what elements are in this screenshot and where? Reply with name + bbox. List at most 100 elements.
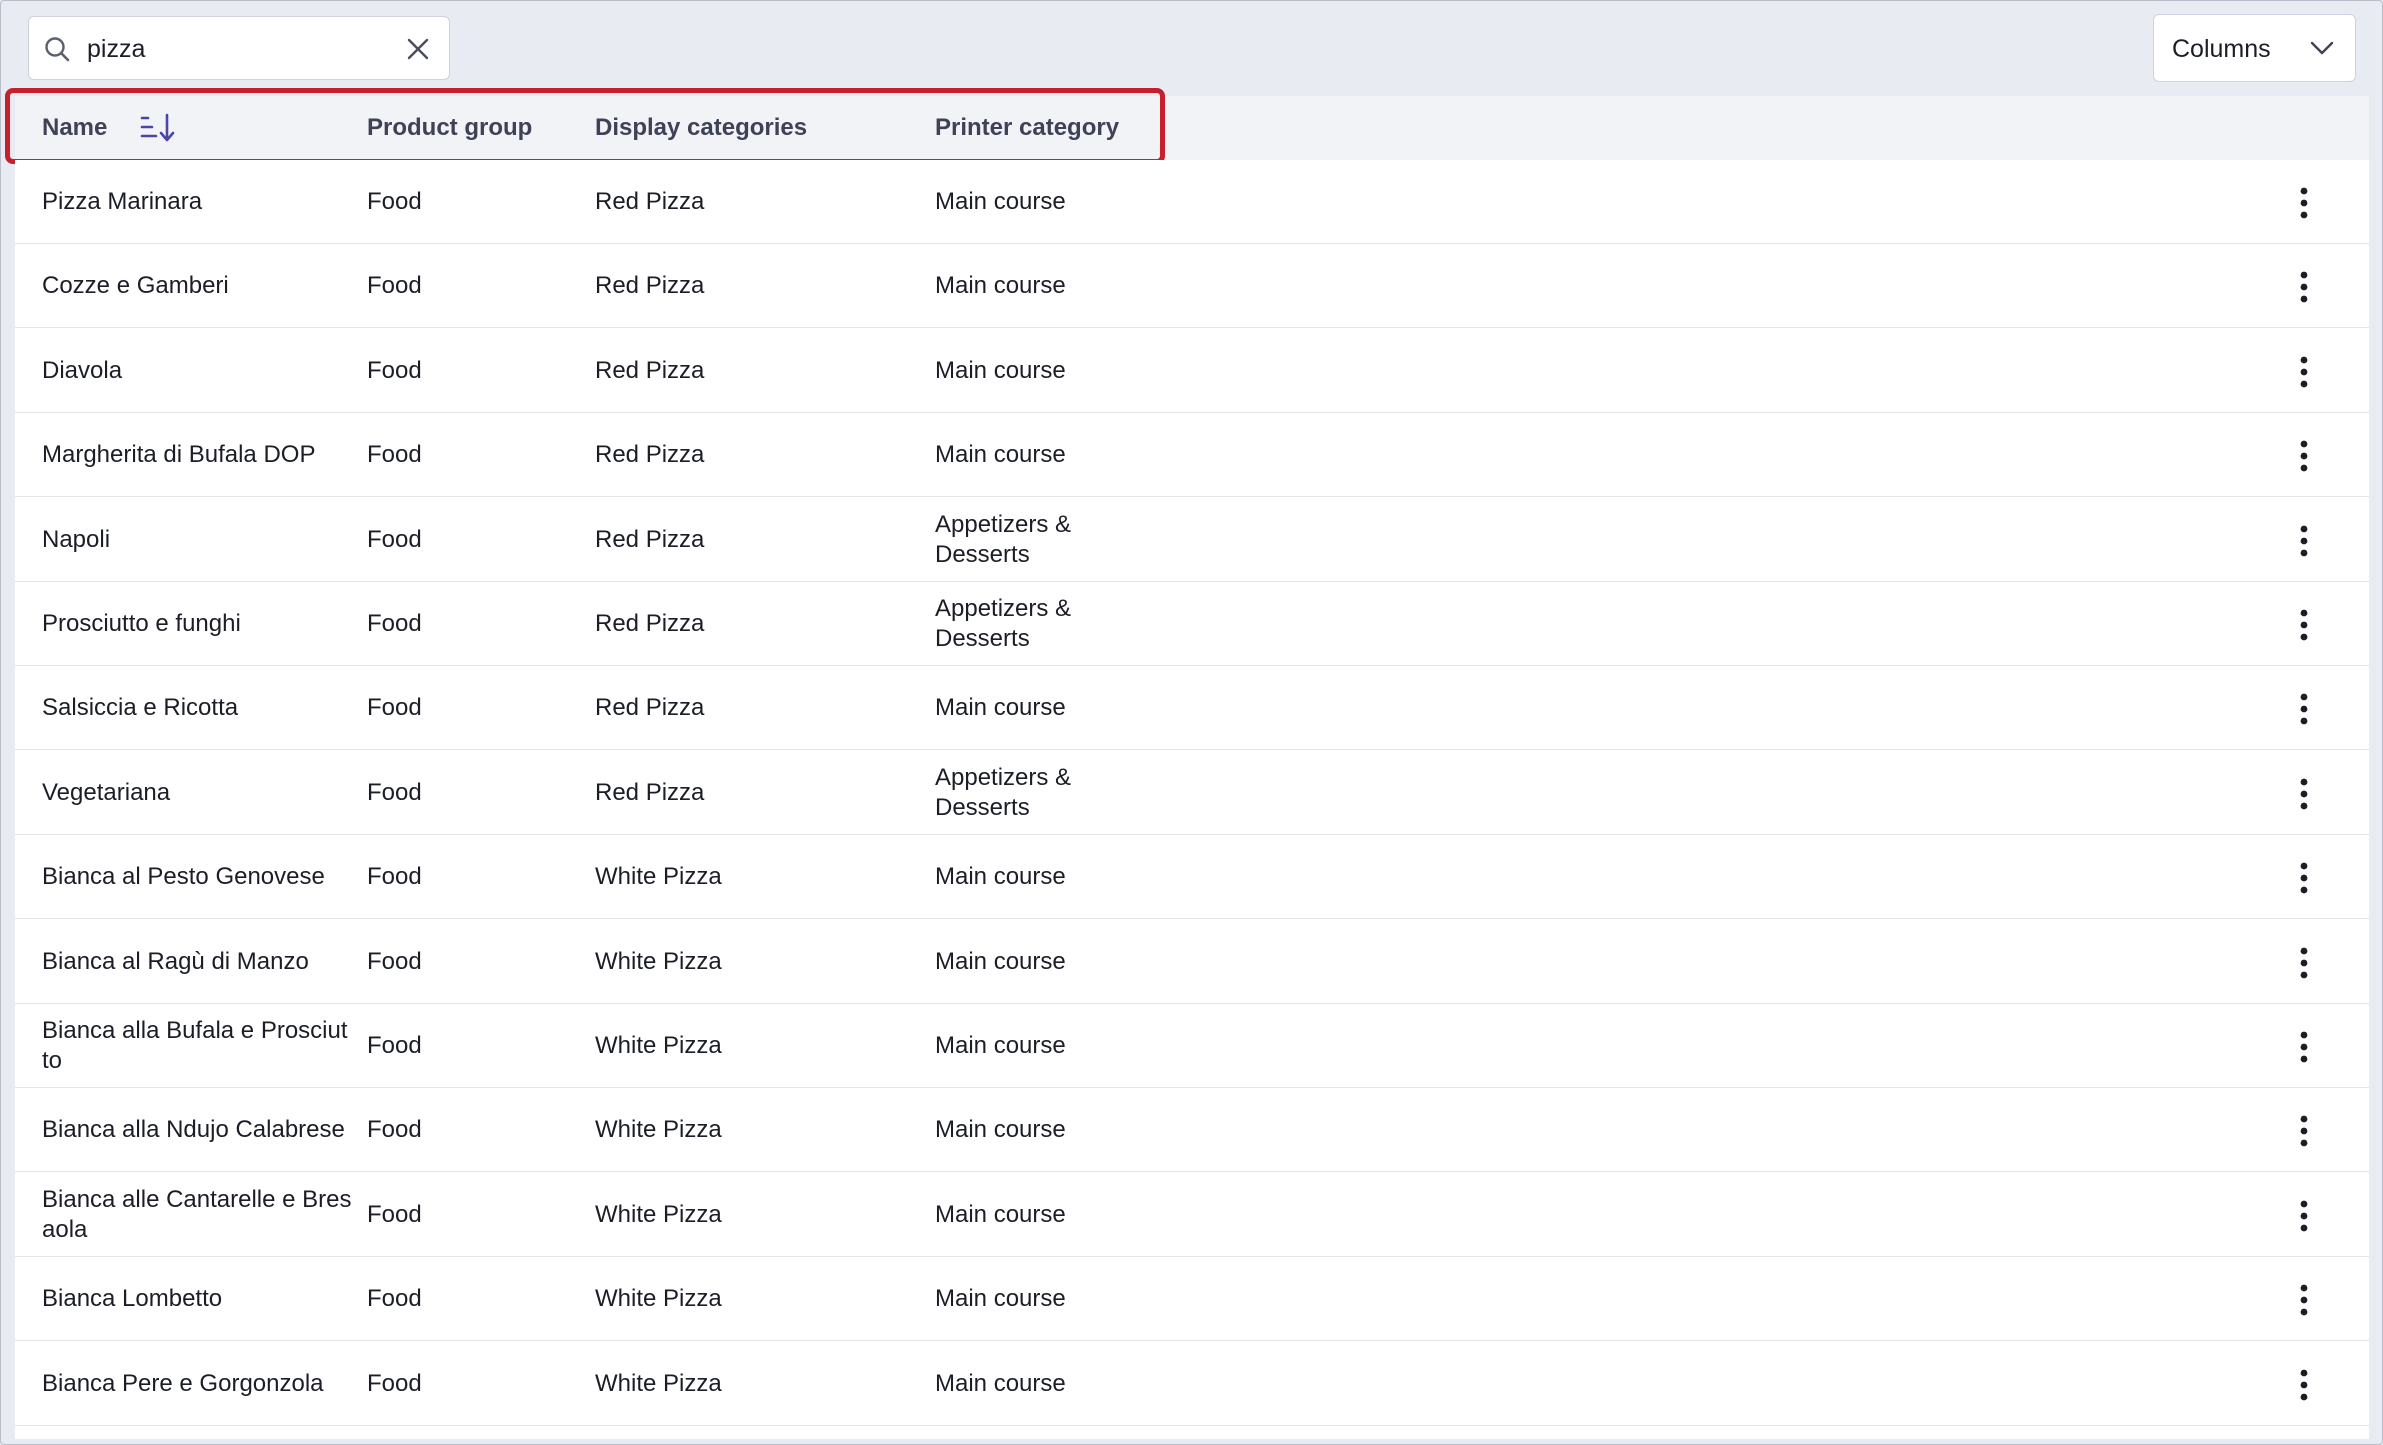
header-product-group[interactable]: Product group: [367, 114, 532, 142]
cell-product-group: Food: [367, 1369, 422, 1397]
cell-printer-category: Appetizers & Desserts: [935, 763, 1072, 821]
cell-printer-category: Appetizers & Desserts: [935, 595, 1072, 652]
search-icon: [45, 37, 70, 62]
cell-display-categories: Red Pizza: [595, 610, 705, 637]
cell-product-group: Food: [367, 863, 422, 891]
search-input[interactable]: [87, 29, 387, 69]
cell-name: Napoli: [42, 525, 111, 553]
more-vertical-icon[interactable]: [2297, 861, 2311, 895]
cell-printer-category: Main course: [935, 441, 1066, 469]
header-display-categories[interactable]: Display categories: [595, 114, 807, 142]
cell-name: Bianca Lombetto: [42, 1285, 223, 1313]
more-vertical-icon[interactable]: [2297, 1283, 2311, 1317]
cell-product-group: Food: [367, 188, 422, 215]
table-row[interactable]: Prosciutto e funghi Food Red Pizza Appetize…: [15, 582, 2369, 666]
cell-printer-category: Main course: [935, 947, 1066, 975]
cell-name: Prosciutto e funghi: [42, 610, 241, 637]
cell-name: Bianca al Pesto Genovese: [42, 863, 325, 891]
cell-display-categories: White Pizza: [595, 1285, 722, 1313]
table-row[interactable]: Bianca alle Cantarelle e Bresaola Food Whi…: [15, 1173, 2369, 1257]
more-vertical-icon[interactable]: [2297, 524, 2311, 558]
table-row[interactable]: Pizza Marinara Food Red Pizza Main course: [15, 160, 2369, 244]
products-table-panel: Columns Name Product group Display categ…: [0, 0, 2383, 1445]
table-row[interactable]: Salsiccia e Ricotta Food Red Pizza Main cou…: [15, 666, 2369, 751]
cell-name: Bianca al Ragù di Manzo: [42, 947, 309, 975]
table-row[interactable]: Bianca al Ragù di Manzo Food White Pizza Ma…: [15, 920, 2369, 1004]
cell-product-group: Food: [367, 1285, 422, 1313]
cell-printer-category: Main course: [935, 356, 1066, 384]
cell-printer-category: Main course: [935, 188, 1066, 215]
cell-printer-category: Main course: [935, 863, 1066, 891]
cell-name: Cozze e Gamberi: [42, 272, 229, 300]
table-row[interactable]: Margherita di Bufala DOP Food Red Pizza Mai…: [15, 413, 2369, 498]
cell-name: Bianca alla Ndujo Calabrese: [42, 1116, 345, 1144]
cell-name: Bianca alle Cantarelle e Bresaola: [42, 1185, 352, 1243]
close-icon[interactable]: [404, 35, 432, 63]
table-row[interactable]: Bianca Lombetto Food White Pizza Main cours…: [15, 1257, 2369, 1342]
cell-product-group: Food: [367, 272, 422, 300]
header-name[interactable]: Name: [42, 113, 175, 142]
cell-printer-category: Main course: [935, 1369, 1066, 1397]
chevron-down-icon: [2310, 41, 2334, 55]
cell-product-group: Food: [367, 525, 422, 553]
cell-printer-category: Main course: [935, 1200, 1066, 1228]
more-vertical-icon[interactable]: [2297, 777, 2311, 811]
columns-button-label: Columns: [2172, 35, 2271, 63]
cell-product-group: Food: [367, 778, 422, 806]
cell-display-categories: White Pizza: [595, 863, 722, 891]
more-vertical-icon[interactable]: [2297, 608, 2311, 642]
cell-name: Bianca Pere e Gorgonzola: [42, 1369, 324, 1397]
cell-name: Margherita di Bufala DOP: [42, 441, 316, 469]
table-row[interactable]: Bianca al Pesto Genovese Food White Pizza M…: [15, 835, 2369, 920]
more-vertical-icon[interactable]: [2297, 946, 2311, 980]
more-vertical-icon[interactable]: [2297, 355, 2311, 389]
cell-display-categories: Red Pizza: [595, 694, 705, 722]
cell-printer-category: Main course: [935, 1116, 1066, 1144]
cell-product-group: Food: [367, 1200, 422, 1228]
header-name-label: Name: [42, 114, 108, 141]
cell-product-group: Food: [367, 1032, 422, 1059]
search-box: [28, 16, 450, 80]
cell-printer-category: Appetizers & Desserts: [935, 510, 1072, 568]
more-vertical-icon[interactable]: [2297, 1030, 2311, 1064]
more-vertical-icon[interactable]: [2297, 439, 2311, 473]
cell-display-categories: Red Pizza: [595, 525, 705, 553]
table-body: Pizza Marinara Food Red Pizza Main course Co…: [15, 160, 2369, 1439]
cell-name: Bianca alla Bufala e Prosciutto: [42, 1017, 348, 1074]
cell-printer-category: Main course: [935, 272, 1066, 300]
cell-product-group: Food: [367, 441, 422, 469]
cell-name: Salsiccia e Ricotta: [42, 694, 239, 722]
more-vertical-icon[interactable]: [2297, 692, 2311, 726]
cell-display-categories: Red Pizza: [595, 778, 705, 806]
more-vertical-icon[interactable]: [2297, 1114, 2311, 1148]
cell-display-categories: Red Pizza: [595, 188, 705, 215]
cell-printer-category: Main course: [935, 1285, 1066, 1313]
more-vertical-icon[interactable]: [2297, 1368, 2311, 1402]
cell-display-categories: White Pizza: [595, 947, 722, 975]
more-vertical-icon[interactable]: [2297, 186, 2311, 220]
more-vertical-icon[interactable]: [2297, 1199, 2311, 1233]
header-printer-category[interactable]: Printer category: [935, 114, 1119, 142]
cell-display-categories: Red Pizza: [595, 356, 705, 384]
cell-display-categories: Red Pizza: [595, 441, 705, 469]
table-row[interactable]: Bianca alla Bufala e Prosciutto Food White…: [15, 1004, 2369, 1088]
cell-printer-category: Main course: [935, 694, 1066, 722]
columns-button[interactable]: Columns: [2153, 14, 2356, 82]
cell-name: Diavola: [42, 356, 123, 384]
cell-product-group: Food: [367, 356, 422, 384]
table-row[interactable]: Vegetariana Food Red Pizza Appetizers & Des…: [15, 751, 2369, 835]
cell-name: Vegetariana: [42, 778, 171, 806]
table-row[interactable]: Cozze e Gamberi Food Red Pizza Main course: [15, 244, 2369, 329]
table-row[interactable]: Napoli Food Red Pizza Appetizers & Desserts: [15, 498, 2369, 582]
more-vertical-icon[interactable]: [2297, 270, 2311, 304]
cell-printer-category: Main course: [935, 1032, 1066, 1059]
cell-product-group: Food: [367, 947, 422, 975]
table-row[interactable]: Diavola Food Red Pizza Main course: [15, 329, 2369, 413]
table-row[interactable]: Bianca Pere e Gorgonzola Food White Pizza M…: [15, 1342, 2369, 1426]
table-row[interactable]: Bianca alla Ndujo Calabrese Food White Piz…: [15, 1088, 2369, 1173]
sort-ascending-icon[interactable]: [140, 110, 176, 144]
cell-display-categories: White Pizza: [595, 1032, 722, 1059]
cell-display-categories: White Pizza: [595, 1200, 722, 1228]
cell-product-group: Food: [367, 1116, 422, 1144]
cell-display-categories: White Pizza: [595, 1369, 722, 1397]
